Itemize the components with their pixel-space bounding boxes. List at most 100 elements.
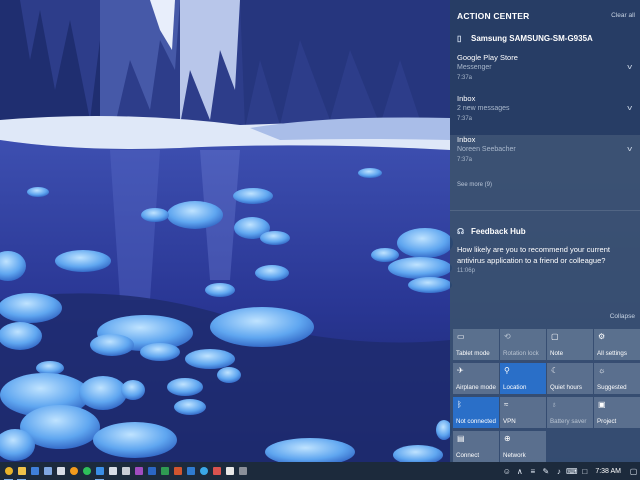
mail-icon: [108, 467, 117, 475]
quick-action-connect[interactable]: ▤ Connect: [453, 431, 499, 462]
quick-action-label: All settings: [597, 350, 627, 357]
notification-title: Google Play Store: [457, 53, 518, 62]
quick-action-label: Location: [503, 384, 527, 391]
project-icon: ▣: [598, 400, 606, 409]
feedback-hub-label: Feedback Hub: [471, 227, 526, 236]
quick-action-airplane-mode[interactable]: ✈ Airplane mode: [453, 363, 499, 394]
action-center-icon[interactable]: ▢: [627, 467, 640, 476]
taskbar-app-notes[interactable]: [41, 462, 54, 480]
quick-action-battery-saver[interactable]: ♁ Battery saver: [547, 397, 593, 428]
taskbar-app-word-doc[interactable]: [28, 462, 41, 480]
collapse-link[interactable]: Collapse: [610, 313, 635, 320]
notification-title: Inbox: [457, 135, 476, 144]
chevron-up-icon[interactable]: ∧: [513, 467, 526, 476]
quick-action-label: Suggested: [597, 384, 627, 391]
clear-all-link[interactable]: Clear all: [611, 12, 635, 19]
quick-action-location[interactable]: ⚲ Location: [500, 363, 546, 394]
quick-action-label: Quiet hours: [550, 384, 582, 391]
calculator-icon: [238, 467, 247, 475]
quick-action-label: Project: [597, 418, 617, 425]
taskbar-app-word[interactable]: [145, 462, 158, 480]
volume-icon[interactable]: ♪: [552, 467, 565, 476]
taskbar-app-excel[interactable]: [158, 462, 171, 480]
notification-body: Noreen Seebacher: [457, 146, 516, 153]
taskbar-app-powerpoint[interactable]: [171, 462, 184, 480]
feedback-hub-header: ☊ Feedback Hub: [457, 227, 526, 236]
notification-time: 7:37a: [457, 157, 473, 163]
taskbar-app-document[interactable]: [54, 462, 67, 480]
skype-icon: [199, 467, 208, 475]
device-group-label: Samsung SAMSUNG-SM-G935A: [471, 34, 593, 43]
quick-action-label: Battery saver: [550, 418, 587, 425]
pen-icon[interactable]: ✎: [539, 467, 552, 476]
tablet-icon: ▭: [457, 332, 465, 341]
people-icon[interactable]: ☺: [500, 467, 513, 476]
onenote-icon: [134, 467, 143, 475]
quick-action-suggested[interactable]: ☼ Suggested: [594, 363, 640, 394]
quick-action-label: Not connected: [456, 418, 496, 425]
audible-icon: [69, 467, 78, 475]
airplane-icon: ✈: [457, 366, 464, 375]
bluetooth-icon: ᛒ: [457, 400, 462, 409]
taskbar-app-calculator[interactable]: [236, 462, 249, 480]
system-tray: ☺ ∧ ≡ ✎ ♪ ⌨ □ 7:38 AM ▢: [500, 462, 640, 480]
keyboard-icon[interactable]: ⌨: [565, 467, 578, 476]
rotation-lock-icon: ⟲: [504, 332, 511, 341]
action-center-panel: ACTION CENTER Clear all ▯ Samsung SAMSUN…: [450, 0, 640, 462]
note-icon: ▢: [551, 332, 559, 341]
notification-body: 2 new messages: [457, 105, 510, 112]
quick-action-vpn[interactable]: ≈ VPN: [500, 397, 546, 428]
notification-item[interactable]: Inbox Noreen Seebacher 7:37a v: [457, 135, 635, 165]
notification-item[interactable]: Inbox 2 new messages 7:37a v: [457, 94, 635, 124]
chevron-down-icon[interactable]: v: [627, 146, 632, 153]
taskbar-app-explorer[interactable]: [15, 462, 28, 480]
chrome-icon: [4, 467, 13, 475]
network-tray-icon[interactable]: ≡: [526, 467, 539, 476]
connect-icon: ▤: [457, 434, 465, 443]
outlook-icon: [186, 467, 195, 475]
feedback-notification-body[interactable]: How likely are you to recommend your cur…: [457, 245, 633, 266]
taskbar-app-edge[interactable]: [93, 462, 106, 480]
excel-icon: [160, 467, 169, 475]
see-more-link[interactable]: See more (9): [457, 182, 492, 188]
quick-action-bluetooth[interactable]: ᛒ Not connected: [453, 397, 499, 428]
quick-action-rotation-lock[interactable]: ⟲ Rotation lock: [500, 329, 546, 360]
location-icon: ⚲: [504, 366, 510, 375]
quick-action-quiet-hours[interactable]: ☾ Quiet hours: [547, 363, 593, 394]
quick-action-tablet-mode[interactable]: ▭ Tablet mode: [453, 329, 499, 360]
vpn-icon: ≈: [504, 400, 509, 409]
taskbar-app-groove[interactable]: [223, 462, 236, 480]
document-icon: [56, 467, 65, 475]
quick-action-label: Airplane mode: [456, 384, 496, 391]
taskbar-app-mail[interactable]: [106, 462, 119, 480]
taskbar-app-onenote[interactable]: [132, 462, 145, 480]
taskbar-app-photos[interactable]: [210, 462, 223, 480]
taskbar-app-audible[interactable]: [67, 462, 80, 480]
battery-saver-icon: ♁: [551, 400, 557, 409]
network-icon: ⊕: [504, 434, 511, 443]
word-doc-icon: [30, 467, 39, 475]
notification-item[interactable]: Google Play Store Messenger 7:37a v: [457, 53, 635, 83]
divider: [450, 210, 640, 211]
clock[interactable]: 7:38 AM: [595, 468, 621, 475]
taskbar-app-chrome[interactable]: [2, 462, 15, 480]
quick-action-note[interactable]: ▢ Note: [547, 329, 593, 360]
taskbar-app-store[interactable]: [119, 462, 132, 480]
taskbar-app-skype[interactable]: [197, 462, 210, 480]
taskbar-app-spotify[interactable]: [80, 462, 93, 480]
quick-action-all-settings[interactable]: ⚙ All settings: [594, 329, 640, 360]
explorer-icon: [17, 467, 26, 475]
quick-action-project[interactable]: ▣ Project: [594, 397, 640, 428]
quick-action-label: Tablet mode: [456, 350, 490, 357]
action-center-title: ACTION CENTER: [457, 11, 530, 21]
notification-time: 7:37a: [457, 116, 473, 122]
chevron-down-icon[interactable]: v: [627, 105, 632, 112]
notes-icon: [43, 467, 52, 475]
powerpoint-icon: [173, 467, 182, 475]
notification-icon[interactable]: □: [578, 467, 591, 476]
chevron-down-icon[interactable]: v: [627, 64, 632, 71]
device-group-header: ▯ Samsung SAMSUNG-SM-G935A: [457, 34, 593, 43]
taskbar-app-outlook[interactable]: [184, 462, 197, 480]
quick-action-network[interactable]: ⊕ Network: [500, 431, 546, 462]
quick-action-label: Rotation lock: [503, 350, 539, 357]
